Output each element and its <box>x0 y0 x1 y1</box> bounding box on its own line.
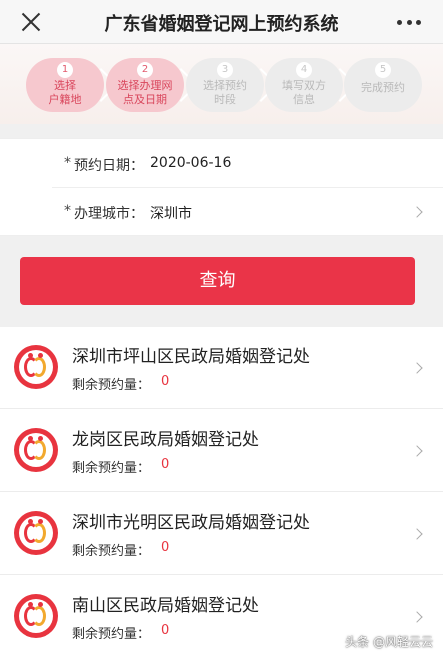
quota-label: 剩余预约量： <box>72 461 151 476</box>
office-name: 龙岗区民政局婚姻登记处 <box>72 430 259 450</box>
step-4-fill-info: 4 填写双方 信息 <box>265 58 357 112</box>
quota-label: 剩余预约量： <box>72 544 151 559</box>
required-mark: * <box>64 155 71 171</box>
close-icon[interactable] <box>18 9 44 35</box>
step-3-select-timeslot: 3 选择预约 时段 <box>186 58 278 112</box>
office-item[interactable]: 深圳市光明区民政局婚姻登记处 剩余预约量： 0 <box>0 493 443 575</box>
step-label-line2: 信息 <box>293 93 315 106</box>
office-item[interactable]: 深圳市坪山区民政局婚姻登记处 剩余预约量： 0 <box>0 327 443 409</box>
chevron-right-icon <box>411 528 423 540</box>
chevron-right-icon <box>411 362 423 374</box>
step-number: 4 <box>296 62 312 78</box>
title-bar: 广东省婚姻登记网上预约系统 <box>0 0 443 44</box>
marriage-registry-logo-icon <box>14 428 58 472</box>
booking-form: * 预约日期： 2020-06-16 * 办理城市： 深圳市 <box>0 138 443 236</box>
marriage-registry-logo-icon <box>14 594 58 638</box>
step-number: 2 <box>137 62 153 78</box>
divider <box>52 187 443 188</box>
step-5-complete: 5 完成预约 <box>344 58 422 112</box>
office-name: 南山区民政局婚姻登记处 <box>72 596 259 616</box>
date-value: 2020-06-16 <box>150 155 232 171</box>
step-number: 3 <box>217 62 233 78</box>
quota-label: 剩余预约量： <box>72 627 151 642</box>
quota-value: 0 <box>161 374 170 389</box>
date-field[interactable]: * 预约日期： 2020-06-16 <box>0 141 443 187</box>
date-label: 预约日期： <box>74 158 144 174</box>
chevron-right-icon <box>411 445 423 457</box>
city-field[interactable]: * 办理城市： 深圳市 <box>0 189 443 235</box>
divider <box>0 491 443 492</box>
page-title: 广东省婚姻登记网上预约系统 <box>104 14 339 35</box>
more-dots-icon[interactable] <box>397 14 421 30</box>
office-item[interactable]: 龙岗区民政局婚姻登记处 剩余预约量： 0 <box>0 410 443 492</box>
step-label-line2: 时段 <box>214 93 236 106</box>
watermark: 头条 @风轻云云 <box>345 635 433 649</box>
required-mark: * <box>64 203 71 219</box>
quota-value: 0 <box>161 457 170 472</box>
chevron-right-icon <box>411 611 423 623</box>
office-list: 深圳市坪山区民政局婚姻登记处 剩余预约量： 0 龙岗区民政局婚姻登记处 剩余预约… <box>0 327 443 656</box>
step-2-select-office-date: 2 选择办理网 点及日期 <box>106 58 198 112</box>
step-number: 5 <box>375 62 391 78</box>
progress-steps: 1 选择 户籍地 2 选择办理网 点及日期 3 选择预约 时段 4 填写双方 信… <box>0 44 443 124</box>
city-value: 深圳市 <box>150 206 192 222</box>
query-button[interactable]: 查询 <box>20 257 415 305</box>
chevron-right-icon <box>411 206 423 218</box>
marriage-registry-logo-icon <box>14 511 58 555</box>
quota-label: 剩余预约量： <box>72 378 151 393</box>
quota-value: 0 <box>161 623 170 638</box>
marriage-registry-logo-icon <box>14 345 58 389</box>
step-label-line1: 完成预约 <box>361 81 405 94</box>
office-name: 深圳市坪山区民政局婚姻登记处 <box>72 347 310 367</box>
city-label: 办理城市： <box>74 206 144 222</box>
step-1-select-household: 1 选择 户籍地 <box>26 58 118 112</box>
office-name: 深圳市光明区民政局婚姻登记处 <box>72 513 310 533</box>
divider <box>0 574 443 575</box>
step-label-line2: 点及日期 <box>123 93 167 106</box>
divider <box>0 408 443 409</box>
step-label-line2: 户籍地 <box>48 93 82 106</box>
step-number: 1 <box>57 62 73 78</box>
quota-value: 0 <box>161 540 170 555</box>
